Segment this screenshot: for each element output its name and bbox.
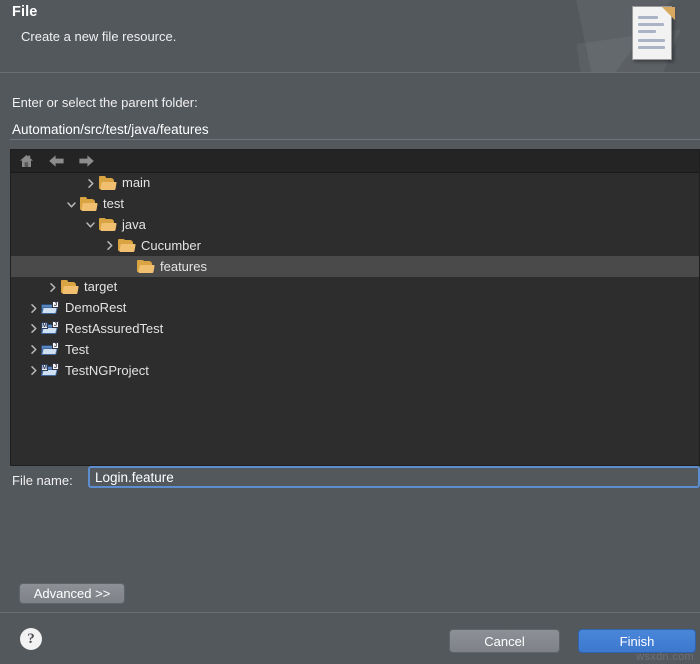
dialog-footer: ? Cancel Finish wsxdn.com <box>0 612 700 664</box>
maven-project-icon: MJ <box>41 321 60 336</box>
folder-tree-panel[interactable]: main test java Cucumber features target J DemoR… <box>10 149 700 466</box>
watermark: wsxdn.com <box>636 651 694 663</box>
folder-icon <box>98 176 117 191</box>
tree-row-label: main <box>122 175 151 191</box>
chevron-down-icon[interactable] <box>82 219 98 230</box>
dialog-header: File Create a new file resource. <box>0 0 700 73</box>
advanced-button[interactable]: Advanced >> <box>19 583 125 604</box>
file-name-label: File name: <box>12 473 73 488</box>
folder-icon <box>79 197 98 212</box>
tree-row[interactable]: J DemoRest <box>11 298 699 319</box>
tree-row-label: java <box>122 216 146 232</box>
folder-icon <box>60 280 79 295</box>
maven-project-icon: MJ <box>41 363 60 378</box>
parent-folder-label: Enter or select the parent folder: <box>12 95 198 110</box>
tree-row[interactable]: target <box>11 277 699 298</box>
tree-row[interactable]: features <box>11 256 699 277</box>
file-name-input[interactable] <box>88 466 700 488</box>
chevron-right-icon[interactable] <box>25 344 41 355</box>
chevron-right-icon[interactable] <box>25 323 41 334</box>
java-project-icon: J <box>41 300 60 316</box>
home-icon[interactable] <box>16 152 37 171</box>
folder-tree-list[interactable]: main test java Cucumber features target J DemoR… <box>11 173 699 465</box>
tree-row-label: Cucumber <box>141 237 201 253</box>
chevron-right-icon[interactable] <box>25 365 41 376</box>
finish-button[interactable]: Finish <box>578 629 696 653</box>
tree-row-label: Test <box>65 341 89 357</box>
chevron-down-icon[interactable] <box>63 199 79 210</box>
folder-icon <box>136 259 155 274</box>
tree-row[interactable]: J Test <box>11 339 699 360</box>
tree-row[interactable]: M J RestAssuredTest <box>11 319 699 340</box>
folder-icon <box>98 217 117 232</box>
tree-row[interactable]: M J TestNGProject <box>11 360 699 381</box>
chevron-right-icon[interactable] <box>25 303 41 314</box>
tree-toolbar <box>11 150 699 173</box>
arrow-right-icon[interactable] <box>76 152 97 171</box>
cancel-button[interactable]: Cancel <box>449 629 560 653</box>
parent-folder-input[interactable] <box>10 119 700 140</box>
java-project-icon: J <box>41 342 60 357</box>
file-name-field-wrapper <box>88 466 700 488</box>
tree-row-label: target <box>84 279 118 295</box>
arrow-left-icon[interactable] <box>46 152 67 171</box>
chevron-right-icon[interactable] <box>82 178 98 189</box>
chevron-right-icon[interactable] <box>101 240 117 251</box>
file-document-icon <box>632 6 676 64</box>
tree-row-label: RestAssuredTest <box>65 320 164 336</box>
tree-row[interactable]: main <box>11 173 699 194</box>
tree-row[interactable]: java <box>11 215 699 236</box>
page-subtitle: Create a new file resource. <box>21 29 177 44</box>
header-banner-art <box>574 0 700 72</box>
tree-row-label: DemoRest <box>65 300 127 316</box>
help-question-icon[interactable]: ? <box>20 628 42 650</box>
tree-row-label: test <box>103 196 124 212</box>
folder-icon <box>117 238 136 253</box>
tree-row[interactable]: test <box>11 194 699 215</box>
page-title: File <box>12 4 38 20</box>
tree-row[interactable]: Cucumber <box>11 235 699 256</box>
tree-row-label: features <box>160 258 207 274</box>
chevron-right-icon[interactable] <box>44 282 60 293</box>
dialog-body: Enter or select the parent folder: Autom… <box>0 73 700 612</box>
tree-row-label: TestNGProject <box>65 362 149 378</box>
